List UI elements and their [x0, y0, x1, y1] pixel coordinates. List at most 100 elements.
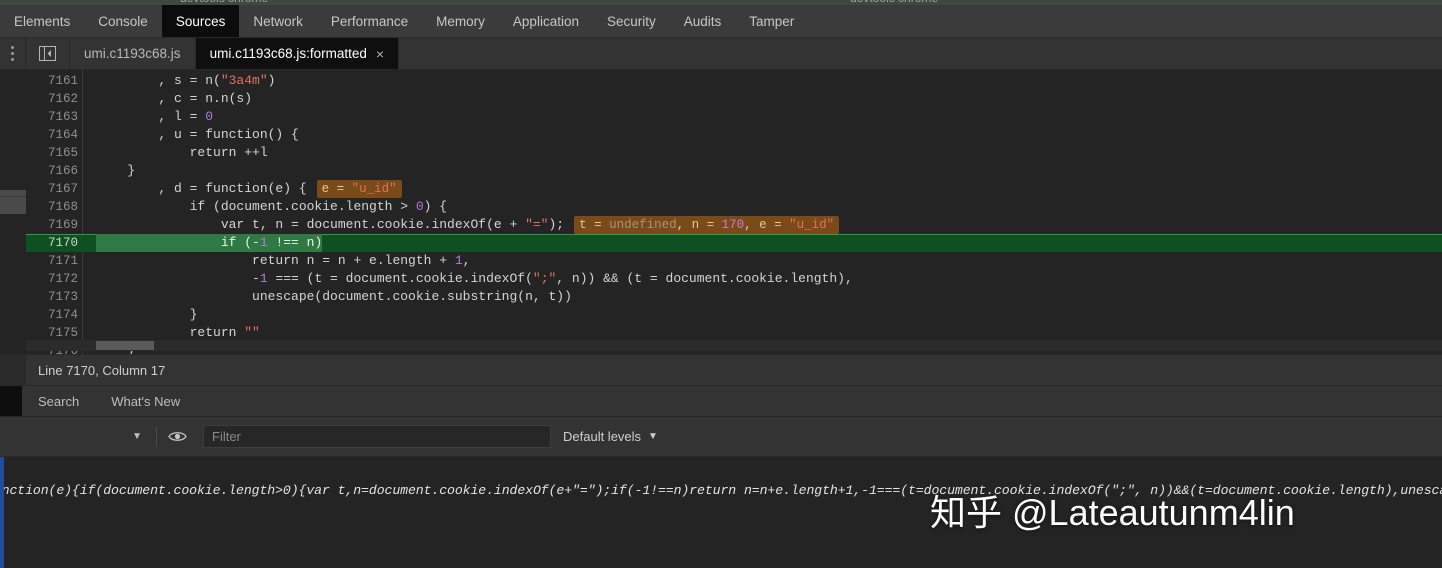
code-line[interactable]: 7171 return n = n + e.length + 1,	[26, 252, 1442, 270]
editor-tab-selected[interactable]: umi.c1193c68.js:formatted ×	[195, 38, 400, 69]
line-number[interactable]: 7171	[26, 252, 78, 270]
panel-tab-bar: Elements Console Sources Network Performance…	[0, 5, 1442, 38]
code-line[interactable]: 7174 }	[26, 306, 1442, 324]
panel-tab-elements[interactable]: Elements	[0, 5, 84, 37]
code-line[interactable]: 7164 , u = function() {	[26, 126, 1442, 144]
window-left-accent	[0, 457, 4, 568]
line-number[interactable]: 7170	[26, 234, 78, 252]
show-navigator-icon[interactable]	[26, 38, 70, 69]
line-number[interactable]: 7172	[26, 270, 78, 288]
panel-tab-label: Tamper	[749, 13, 795, 29]
inline-value-hint: t = undefined, n = 170, e = "u_id"	[574, 216, 840, 234]
panel-tab-security[interactable]: Security	[593, 5, 670, 37]
code-text: , u = function() {	[96, 127, 299, 142]
line-number[interactable]: 7169	[26, 216, 78, 234]
panel-tab-application[interactable]: Application	[499, 5, 593, 37]
navigator-strip-divider	[0, 196, 26, 197]
navigator-strip-item[interactable]: f	[0, 94, 26, 118]
line-number[interactable]: 7161	[26, 72, 78, 90]
code-text: return ++l	[96, 145, 268, 160]
panel-tab-console[interactable]: Console	[84, 5, 162, 37]
code-line[interactable]: 7165 return ++l	[26, 144, 1442, 162]
more-options-kebab-icon[interactable]	[0, 38, 26, 69]
eye-icon[interactable]	[157, 417, 197, 457]
code-text: , l = 0	[96, 109, 214, 124]
console-filter-input[interactable]: Filter	[203, 425, 551, 448]
code-text: }	[96, 163, 136, 178]
code-line[interactable]: 7173 unescape(document.cookie.substring(…	[26, 288, 1442, 306]
code-line-executing[interactable]: 7170 if (-1 !== n)	[26, 234, 1442, 252]
close-icon[interactable]: ×	[376, 47, 384, 61]
drawer-tab-label: What's New	[111, 393, 181, 409]
drawer-tab-search[interactable]: Search	[22, 386, 95, 416]
code-text: , d = function(e) {e = "u_id"	[96, 180, 402, 198]
code-text: unescape(document.cookie.substring(n, t)…	[96, 289, 572, 304]
chevron-down-icon: ▼	[648, 431, 658, 442]
navigator-strip-item[interactable]: t	[0, 118, 26, 142]
code-line[interactable]: 7162 , c = n.n(s)	[26, 90, 1442, 108]
code-text: if (document.cookie.length > 0) {	[96, 199, 448, 214]
code-line[interactable]: 7161 , s = n("3a4m")	[26, 72, 1442, 90]
chevron-down-icon: ▼	[132, 431, 142, 442]
watermark: 知乎 @Lateautunm4lin	[930, 492, 1295, 533]
line-number[interactable]: 7174	[26, 306, 78, 324]
line-number[interactable]: 7164	[26, 126, 78, 144]
code-line[interactable]: 7168 if (document.cookie.length > 0) {	[26, 198, 1442, 216]
editor-tab-list: umi.c1193c68.js umi.c1193c68.js:formatted…	[70, 38, 400, 69]
navigator-strip-clipped[interactable]: mftariceouarne.cd	[0, 70, 26, 360]
log-level-selector[interactable]: Default levels ▼	[563, 429, 658, 444]
panel-tab-label: Application	[512, 13, 579, 29]
line-number[interactable]: 7163	[26, 108, 78, 126]
line-number[interactable]: 7168	[26, 198, 78, 216]
navigator-strip-item[interactable]: ou	[0, 214, 26, 238]
panel-tab-label: Memory	[436, 13, 485, 29]
navigator-strip-item[interactable]: .c	[0, 286, 26, 310]
code-line[interactable]: 7167 , d = function(e) {e = "u_id"	[26, 180, 1442, 198]
panel-tab-audits[interactable]: Audits	[670, 5, 736, 37]
line-number[interactable]: 7173	[26, 288, 78, 306]
editor-tab[interactable]: umi.c1193c68.js	[70, 38, 196, 69]
console-filter-toolbar: top ▼ Filter Default levels ▼	[0, 417, 1442, 457]
inline-value-hint: e = "u_id"	[316, 180, 402, 198]
scrollbar-thumb[interactable]	[96, 341, 154, 350]
navigator-strip-item[interactable]: m	[0, 70, 26, 94]
panel-tab-tamper[interactable]: Tamper	[735, 5, 808, 37]
panel-tab-label: Console	[98, 13, 148, 29]
panel-tab-memory[interactable]: Memory	[422, 5, 499, 37]
editor-horizontal-scrollbar[interactable]	[26, 340, 1442, 351]
line-number[interactable]: 7167	[26, 180, 78, 198]
execution-context-selector[interactable]: top ▼	[0, 417, 156, 457]
navigator-strip-item[interactable]: d	[0, 310, 26, 334]
code-text: -1 === (t = document.cookie.indexOf(";",…	[96, 271, 853, 286]
console-filter-placeholder: Filter	[212, 429, 241, 444]
navigator-strip-item[interactable]: e	[0, 190, 26, 214]
panel-tab-label: Audits	[683, 13, 722, 29]
navigator-strip-item[interactable]: ne	[0, 262, 26, 286]
devtools-window: devtools chrome devtools chrome Elements…	[0, 0, 1442, 568]
panel-tab-performance[interactable]: Performance	[317, 5, 422, 37]
code-text: , c = n.n(s)	[96, 91, 253, 106]
panel-tab-sources[interactable]: Sources	[161, 5, 240, 37]
line-number[interactable]: 7162	[26, 90, 78, 108]
navigator-strip-item[interactable]: ar	[0, 142, 26, 166]
line-number[interactable]: 7165	[26, 144, 78, 162]
code-line[interactable]: 7172 -1 === (t = document.cookie.indexOf…	[26, 270, 1442, 288]
drawer-tab-list: Search What's New	[22, 386, 196, 416]
panel-tab-network[interactable]: Network	[239, 5, 317, 37]
code-text: return n = n + e.length + 1,	[96, 253, 471, 268]
code-line[interactable]: 7163 , l = 0	[26, 108, 1442, 126]
code-line[interactable]: 7169 var t, n = document.cookie.indexOf(…	[26, 216, 1442, 234]
editor-status-bar: Line 7170, Column 17	[26, 354, 1442, 386]
editor-tab-label: umi.c1193c68.js:formatted	[209, 46, 367, 61]
line-number[interactable]: 7166	[26, 162, 78, 180]
panel-tab-label: Elements	[14, 13, 71, 29]
panel-tab-label: Network	[253, 13, 303, 29]
log-level-label: Default levels	[563, 429, 642, 444]
code-editor[interactable]: 7161 , s = n("3a4m") 7162 , c = n.n(s) 716…	[26, 70, 1442, 354]
code-line[interactable]: 7166 }	[26, 162, 1442, 180]
navigator-strip-item[interactable]: ic	[0, 166, 26, 190]
drawer-tab-what-s-new[interactable]: What's New	[95, 386, 196, 416]
navigator-strip-item[interactable]: ar	[0, 238, 26, 262]
code-text: var t, n = document.cookie.indexOf(e + "…	[96, 216, 840, 234]
code-text: if (-1 !== n)	[96, 234, 323, 252]
